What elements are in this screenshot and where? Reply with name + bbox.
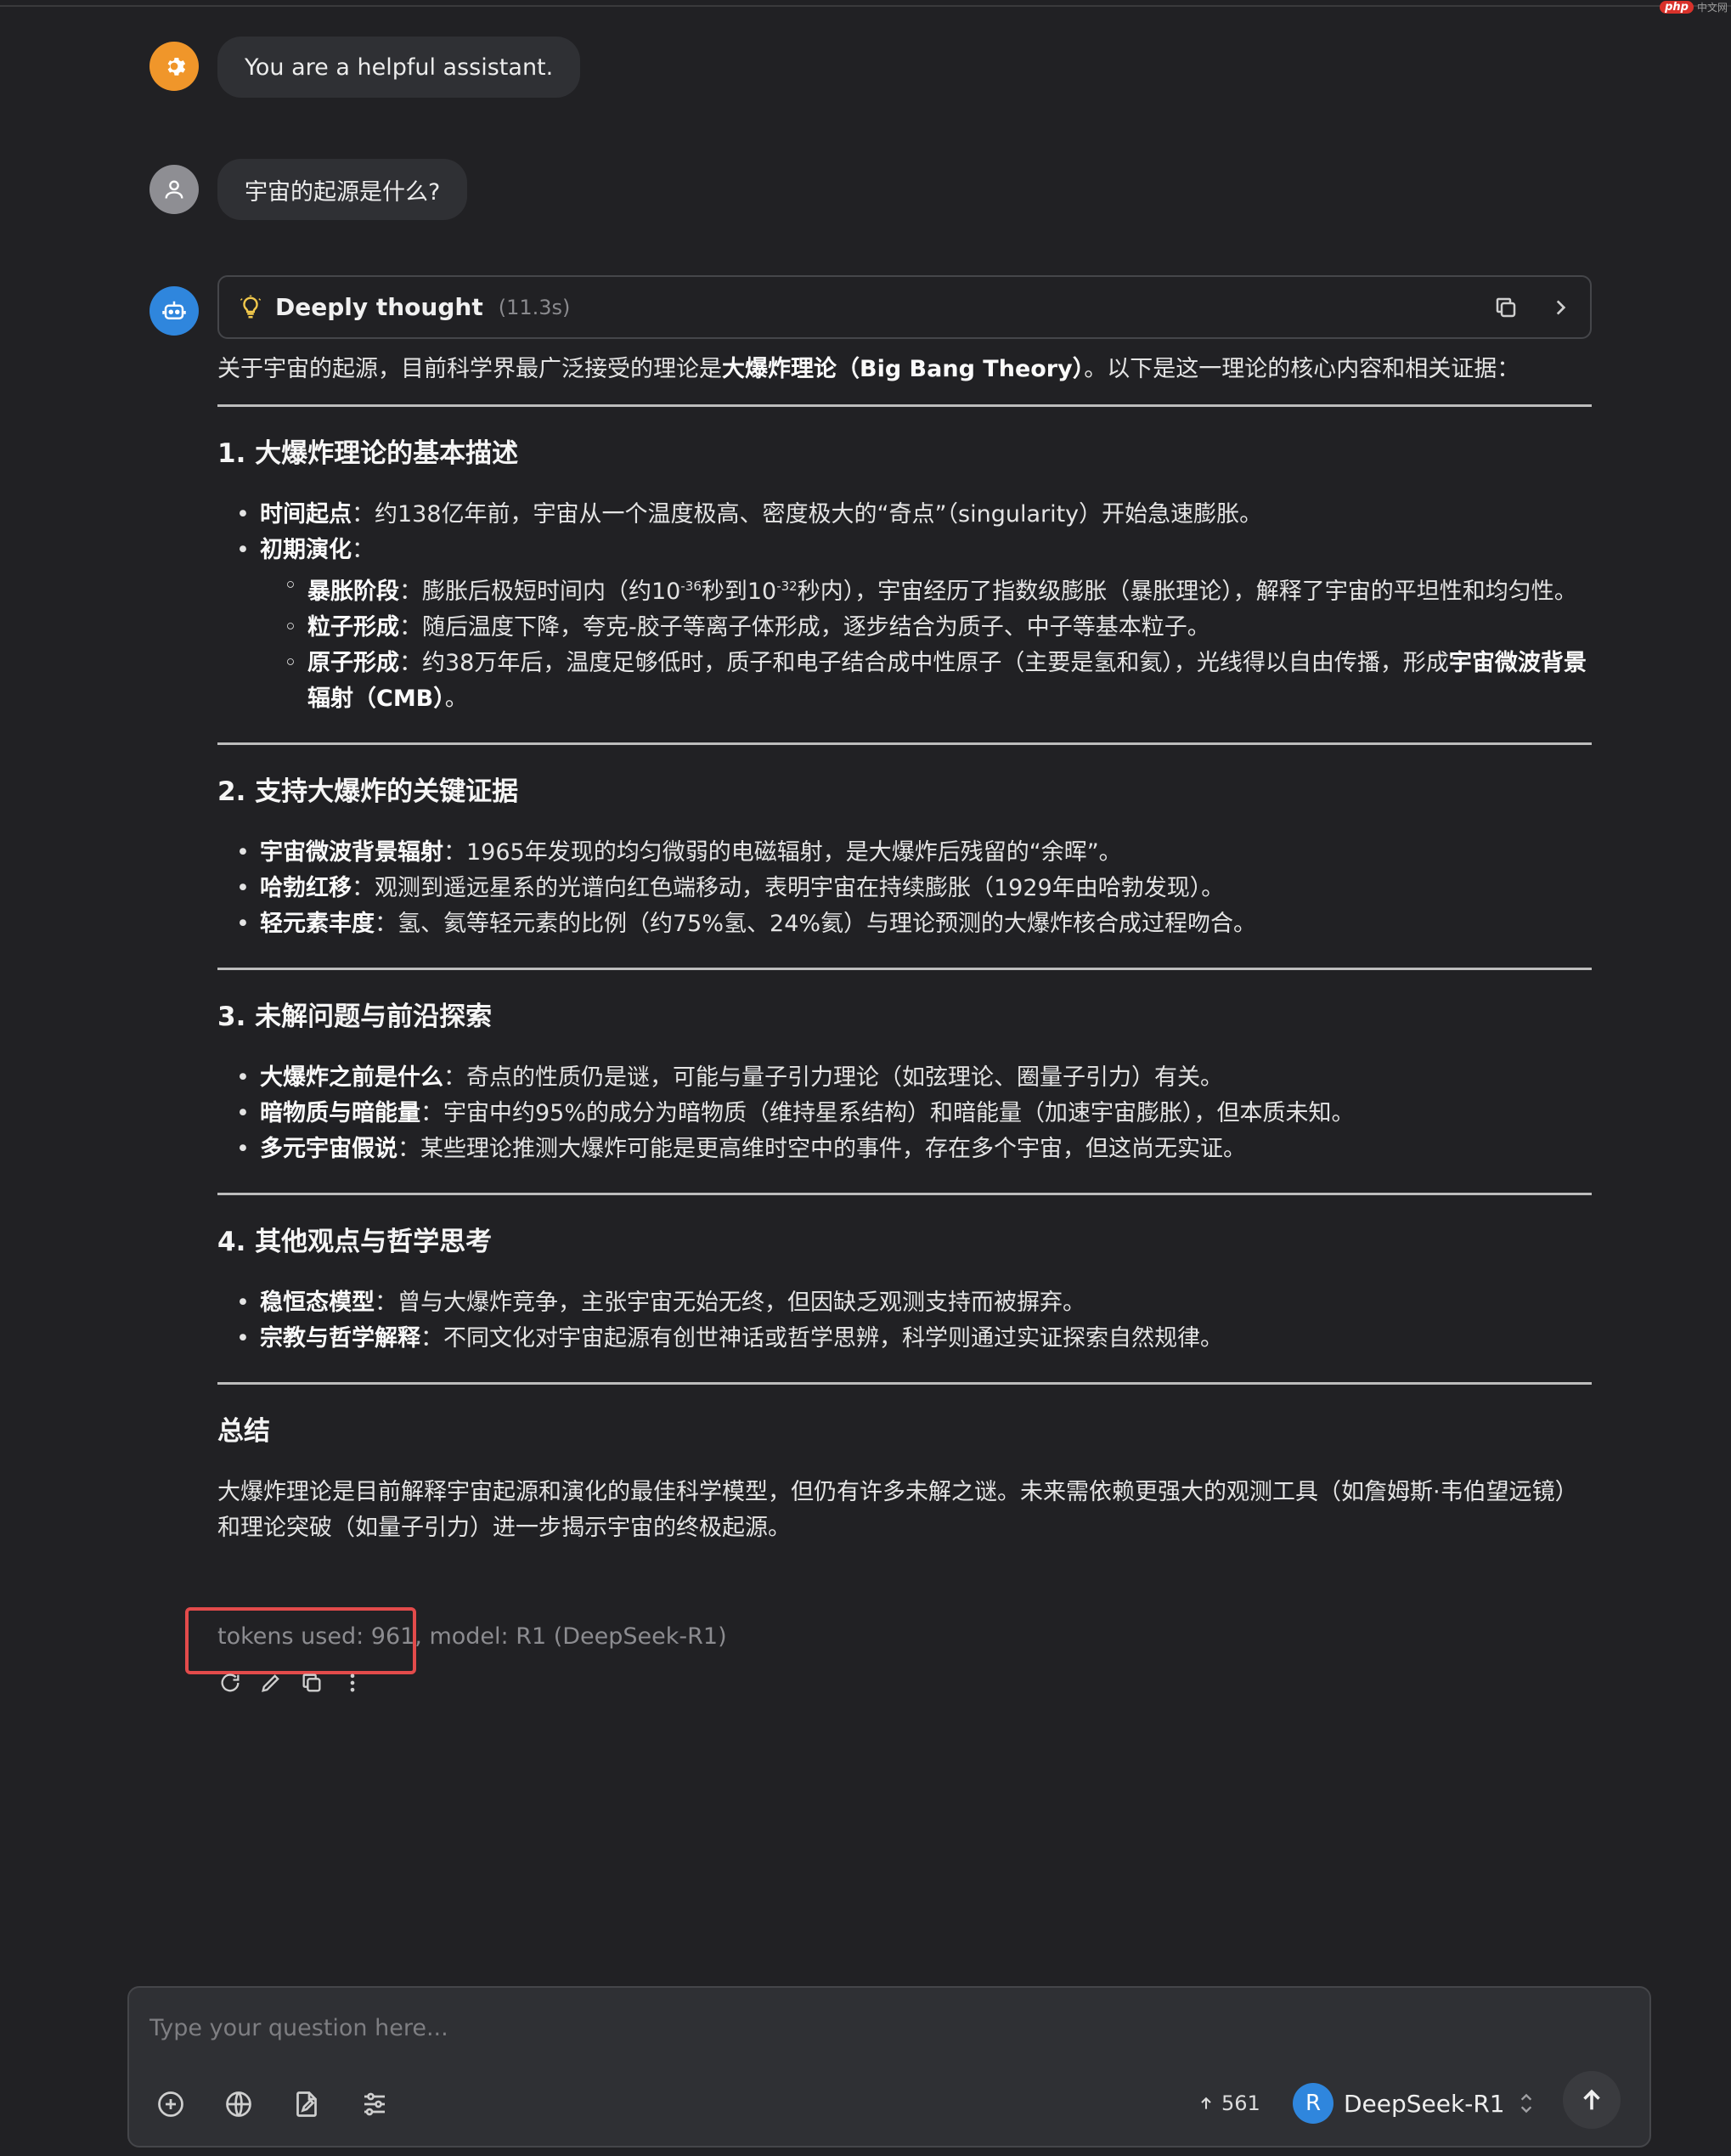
thinking-title: Deeply thought (275, 293, 483, 321)
summary-title: 总结 (217, 1416, 270, 1447)
system-message-text: You are a helpful assistant. (245, 54, 554, 81)
document-edit-icon[interactable] (290, 2088, 323, 2120)
system-message-bubble: You are a helpful assistant. (217, 37, 581, 98)
section-divider (217, 1382, 1592, 1385)
assistant-response: 关于宇宙的起源，目前科学界最广泛接受的理论是大爆炸理论（Big Bang The… (217, 352, 1592, 1546)
section-title: 2. 支持大爆炸的关键证据 (217, 776, 519, 807)
section-title: 3. 未解问题与前沿探索 (217, 1002, 493, 1032)
more-options-icon[interactable] (340, 1670, 365, 1696)
assistant-avatar (149, 286, 199, 336)
thinking-duration: (11.3s) (498, 295, 571, 319)
watermark-text: 中文网 (1696, 2, 1728, 14)
section-divider (217, 404, 1592, 407)
user-icon (165, 180, 183, 199)
system-avatar (149, 42, 199, 91)
user-message-bubble: 宇宙的起源是什么? (217, 159, 468, 220)
sub-list: 暴胀阶段：膨胀后极短时间内（约10-36秒到10-32秒内），宇宙经历了指数级膨… (284, 568, 1592, 717)
watermark: php 中文网 (1660, 0, 1728, 14)
web-search-icon[interactable] (223, 2088, 255, 2120)
sub-list-item: 粒子形成：随后温度下降，夸克-胶子等离子体形成，逐步结合为质子、中子等基本粒子。 (284, 610, 1592, 646)
regenerate-icon[interactable] (217, 1670, 243, 1696)
chevron-right-icon[interactable] (1549, 296, 1571, 319)
model-avatar: R (1293, 2083, 1333, 2124)
user-avatar (149, 165, 199, 214)
section-list: 稳恒态模型：曾与大爆炸竞争，主张宇宙无始无终，但因缺乏观测支持而被摒弃。 宗教与… (236, 1285, 1592, 1357)
thinking-panel[interactable]: Deeply thought (11.3s) (217, 275, 1592, 339)
copy-icon[interactable] (299, 1670, 324, 1696)
response-intro: 关于宇宙的起源，目前科学界最广泛接受的理论是大爆炸理论（Big Bang The… (217, 356, 1520, 382)
gear-icon (167, 58, 186, 76)
add-attachment-icon[interactable] (155, 2088, 187, 2120)
question-input[interactable] (149, 2008, 1627, 2047)
user-message-text: 宇宙的起源是什么? (245, 178, 441, 206)
message-actions (217, 1670, 365, 1696)
section-list: 大爆炸之前是什么：奇点的性质仍是谜，可能与量子引力理论（如弦理论、圈量子引力）有… (236, 1060, 1592, 1167)
list-item: 大爆炸之前是什么：奇点的性质仍是谜，可能与量子引力理论（如弦理论、圈量子引力）有… (236, 1060, 1592, 1096)
sub-list-item: 暴胀阶段：膨胀后极短时间内（约10-36秒到10-32秒内），宇宙经历了指数级膨… (284, 568, 1592, 610)
settings-sliders-icon[interactable] (358, 2088, 391, 2120)
section-list: 宇宙微波背景辐射：1965年发现的均匀微弱的电磁辐射，是大爆炸后残留的“余晖”。… (236, 835, 1592, 942)
list-item: 初期演化： 暴胀阶段：膨胀后极短时间内（约10-36秒到10-32秒内），宇宙经… (236, 533, 1592, 717)
list-item: 宗教与哲学解释：不同文化对宇宙起源有创世神话或哲学思辨，科学则通过实证探索自然规… (236, 1321, 1592, 1357)
token-counter: 561 (1198, 2091, 1260, 2115)
section-divider (217, 1193, 1592, 1195)
watermark-logo: php (1660, 1, 1694, 14)
message-composer: 561 R DeepSeek-R1 (127, 1986, 1651, 2148)
sub-list-item: 原子形成：约38万年后，温度足够低时，质子和电子结合成中性原子（主要是氢和氦），… (284, 646, 1592, 717)
arrow-up-icon (1583, 2089, 1600, 2110)
list-item: 稳恒态模型：曾与大爆炸竞争，主张宇宙无始无终，但因缺乏观测支持而被摒弃。 (236, 1285, 1592, 1321)
token-count: 561 (1221, 2091, 1260, 2115)
robot-icon (162, 301, 186, 319)
model-selector[interactable]: R DeepSeek-R1 (1293, 2083, 1537, 2124)
model-name: DeepSeek-R1 (1344, 2089, 1505, 2118)
section-title: 4. 其他观点与哲学思考 (217, 1227, 493, 1257)
arrow-up-icon (1201, 2097, 1211, 2109)
list-item: 时间起点：约138亿年前，宇宙从一个温度极高、密度极大的“奇点”（singula… (236, 497, 1592, 533)
section-title: 1. 大爆炸理论的基本描述 (217, 438, 519, 469)
chevron-up-down-icon (1520, 2093, 1531, 2114)
section-divider (217, 742, 1592, 745)
list-item: 哈勃红移：观测到遥远星系的光谱向红色端移动，表明宇宙在持续膨胀（1929年由哈勃… (236, 871, 1592, 906)
summary-text: 大爆炸理论是目前解释宇宙起源和演化的最佳科学模型，但仍有许多未解之谜。未来需依赖… (217, 1479, 1578, 1541)
section-list: 时间起点：约138亿年前，宇宙从一个温度极高、密度极大的“奇点”（singula… (236, 497, 1592, 717)
composer-toolbar (155, 2088, 391, 2120)
top-border (0, 0, 1731, 7)
section-divider (217, 968, 1592, 970)
list-item: 轻元素丰度：氢、氦等轻元素的比例（约75%氢、24%氦）与理论预测的大爆炸核合成… (236, 906, 1592, 942)
list-item: 宇宙微波背景辐射：1965年发现的均匀微弱的电磁辐射，是大爆炸后残留的“余晖”。 (236, 835, 1592, 871)
lightbulb-icon (240, 295, 262, 318)
copy-icon[interactable] (1493, 295, 1519, 320)
send-button[interactable] (1563, 2071, 1621, 2129)
list-item: 多元宇宙假说：某些理论推测大爆炸可能是更高维时空中的事件，存在多个宇宙，但这尚无… (236, 1132, 1592, 1167)
highlight-box (185, 1607, 416, 1674)
edit-icon[interactable] (258, 1670, 284, 1696)
list-item: 暗物质与暗能量：宇宙中约95%的成分为暗物质（维持星系结构）和暗能量（加速宇宙膨… (236, 1096, 1592, 1132)
